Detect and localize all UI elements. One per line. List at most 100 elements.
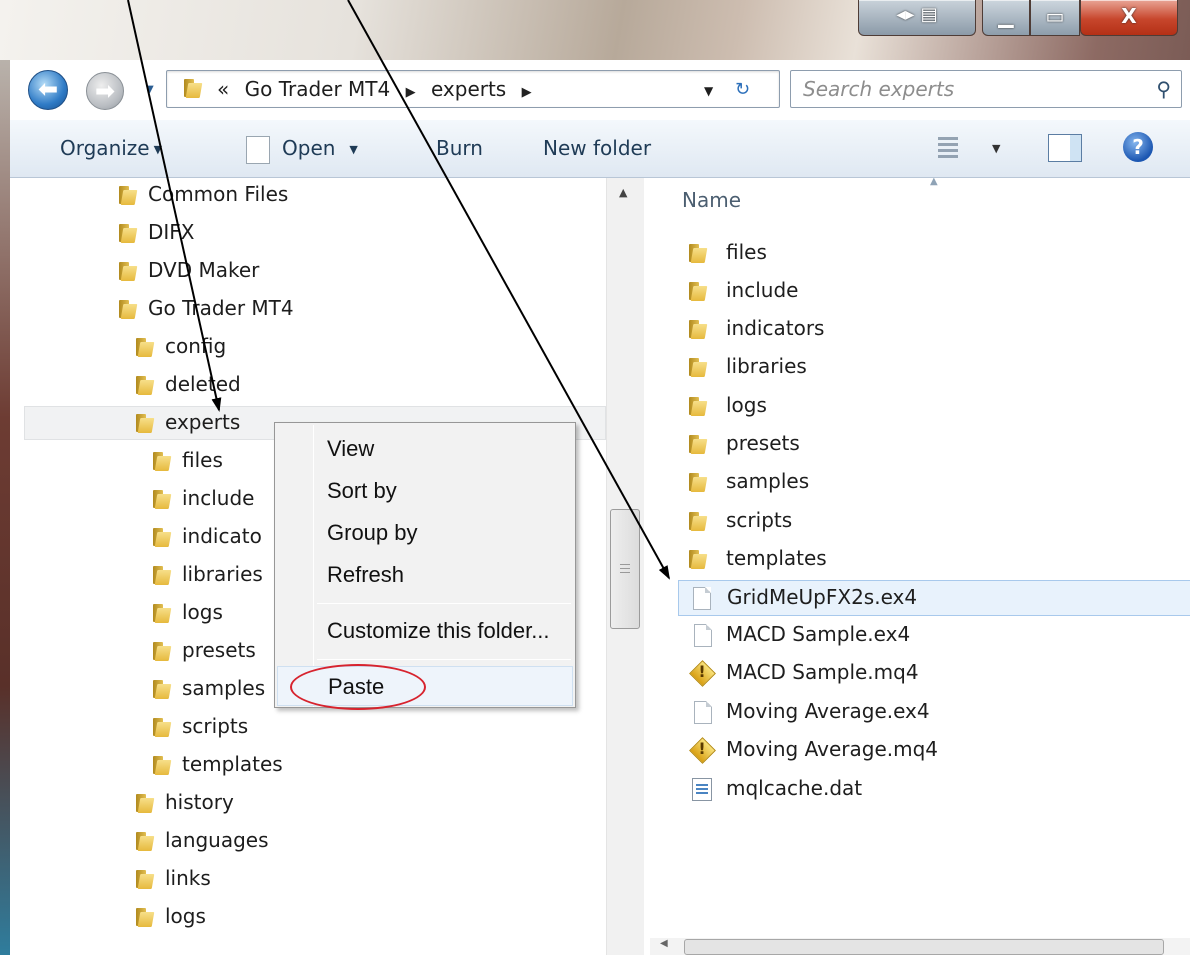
folder-icon (686, 281, 706, 301)
breadcrumb-separator-icon[interactable]: ▶ (522, 85, 532, 100)
tree-item-label: config (165, 334, 227, 358)
file-name: presets (726, 431, 800, 455)
window-extra-buttons[interactable]: ◂▸ ▤ (858, 0, 976, 36)
open-button[interactable]: Open ▼ (282, 136, 358, 160)
scrollbar-thumb[interactable] (610, 509, 640, 629)
file-icon (693, 587, 711, 610)
history-dropdown-icon[interactable]: ▼ (146, 84, 154, 95)
close-button[interactable]: X (1080, 0, 1178, 36)
menu-item-customize-folder[interactable]: Customize this folder... (315, 611, 573, 651)
navigation-scrollbar[interactable]: ▲ (606, 178, 644, 955)
tree-item-label: indicato (182, 524, 262, 548)
file-icon (694, 624, 712, 647)
breadcrumb-go-trader-mt4[interactable]: Go Trader MT4 (245, 77, 391, 101)
data-file-icon (692, 778, 712, 801)
folder-icon (686, 243, 706, 263)
views-dropdown-icon[interactable]: ▼ (992, 142, 1000, 155)
tree-item-label: experts (165, 410, 241, 434)
name-column-header[interactable]: Name (682, 188, 741, 212)
help-icon[interactable]: ? (1123, 132, 1153, 162)
list-item-selected[interactable]: GridMeUpFX2s.ex4 (678, 580, 1190, 616)
tree-item-label: samples (182, 676, 266, 700)
address-bar[interactable]: « Go Trader MT4 ▶ experts ▶ (166, 70, 780, 108)
page-icon (246, 136, 270, 164)
breadcrumb-separator-icon[interactable]: ▶ (406, 85, 416, 100)
file-name: Moving Average.mq4 (726, 737, 939, 761)
close-icon: X (1121, 4, 1137, 28)
burn-button[interactable]: Burn (436, 136, 483, 160)
forward-arrow-icon: ➡ (94, 77, 116, 105)
tree-item-label: logs (165, 904, 206, 928)
tree-item-label: deleted (165, 372, 241, 396)
file-name: scripts (726, 508, 793, 532)
folder-icon (686, 511, 706, 531)
tree-item-label: include (182, 486, 255, 510)
window-frame-left (0, 60, 10, 955)
file-name: include (726, 278, 799, 302)
menu-item-sort-by[interactable]: Sort by (315, 471, 573, 511)
tree-item-label: DVD Maker (148, 258, 260, 282)
warning-icon (690, 661, 714, 685)
folder-icon (116, 223, 136, 243)
menu-item-view[interactable]: View (315, 429, 573, 469)
folder-icon (133, 337, 153, 357)
horizontal-scrollbar[interactable]: ◀ (650, 938, 1190, 955)
folder-icon (133, 831, 153, 851)
file-name: templates (726, 546, 827, 570)
scrollbar-thumb[interactable] (684, 939, 1164, 955)
search-box[interactable]: ⚲ (790, 70, 1182, 108)
tree-item-label: links (165, 866, 211, 890)
menu-item-label: Sort by (327, 478, 397, 503)
scroll-up-icon[interactable]: ▲ (619, 186, 627, 199)
folder-icon (133, 413, 153, 433)
menu-icon-gutter (313, 425, 314, 707)
organize-label: Organize (60, 136, 150, 160)
folder-icon (686, 396, 706, 416)
tree-item-label: Go Trader MT4 (148, 296, 294, 320)
refresh-icon[interactable]: ↻ (735, 79, 750, 100)
file-name: MACD Sample.mq4 (726, 660, 919, 684)
menu-item-group-by[interactable]: Group by (315, 513, 573, 553)
forward-button[interactable]: ➡ (86, 72, 124, 110)
folder-icon (150, 565, 170, 585)
address-dropdown-icon[interactable]: ▼ (704, 84, 713, 98)
minimize-button[interactable]: ▁ (982, 0, 1030, 36)
folder-icon (686, 472, 706, 492)
preview-pane-icon[interactable] (1048, 134, 1082, 162)
file-name: indicators (726, 316, 825, 340)
folder-icon (133, 793, 153, 813)
search-icon[interactable]: ⚲ (1156, 77, 1171, 101)
breadcrumb-overflow[interactable]: « (217, 77, 229, 101)
annotation-circle (290, 664, 426, 710)
menu-item-label: View (327, 436, 375, 461)
folder-icon (686, 357, 706, 377)
breadcrumb-experts[interactable]: experts (431, 77, 506, 101)
folder-icon (181, 78, 201, 98)
file-name: libraries (726, 354, 807, 378)
organize-button[interactable]: Organize ▼ (60, 136, 162, 160)
chevron-down-icon: ▼ (153, 143, 163, 156)
grip-line (620, 568, 630, 569)
file-name: files (726, 240, 767, 264)
folder-icon (116, 185, 136, 205)
folder-icon (150, 679, 170, 699)
file-list-pane[interactable]: ▲ Name files include indicators librarie… (646, 178, 1190, 955)
folder-icon (150, 527, 170, 547)
open-label: Open (282, 136, 336, 160)
file-name: MACD Sample.ex4 (726, 622, 911, 646)
scroll-left-icon[interactable]: ◀ (660, 938, 668, 949)
search-input[interactable] (803, 77, 1133, 101)
tree-item-label: libraries (182, 562, 263, 586)
folder-icon (150, 451, 170, 471)
file-name: Moving Average.ex4 (726, 699, 930, 723)
back-button[interactable]: ⬅ (28, 70, 68, 110)
folder-icon (150, 755, 170, 775)
maximize-button[interactable]: ▭ (1030, 0, 1080, 36)
views-icon[interactable] (938, 137, 958, 159)
new-folder-button[interactable]: New folder (543, 136, 651, 160)
folder-icon (686, 434, 706, 454)
menu-item-label: Customize this folder... (327, 618, 550, 643)
menu-item-refresh[interactable]: Refresh (315, 555, 573, 595)
warning-icon (690, 738, 714, 762)
breadcrumb: « Go Trader MT4 ▶ experts ▶ (217, 77, 541, 101)
